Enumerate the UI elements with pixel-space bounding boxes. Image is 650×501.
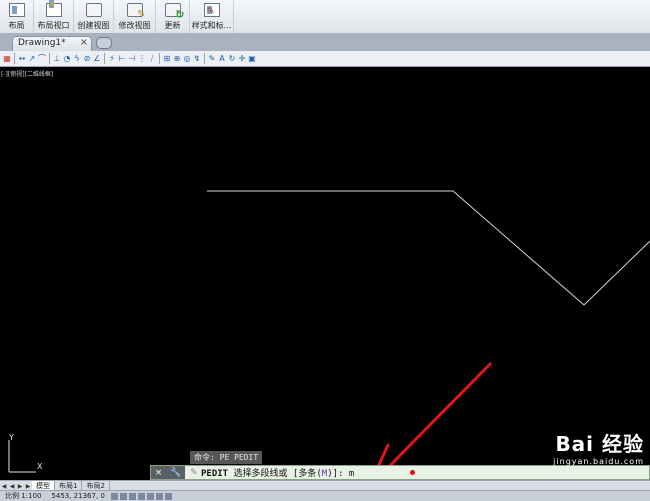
layout-viewport-label: 布局视口 [37, 21, 70, 30]
dimension-toolbar: ▦ ↔ ↗ ⌒ ⊥ ◔ ϟ ⊘ ∠ ⚡ ⊢ ⊣ ⋮ ⧸ ⊞ ⊕ ◎ ↯ ✎ A … [0, 51, 650, 67]
update-dim-icon[interactable]: ↻ [228, 54, 236, 63]
ortho-icon[interactable] [128, 492, 136, 500]
move-icon[interactable]: ✛ [238, 54, 246, 63]
arc-length-icon[interactable]: ⌒ [38, 54, 46, 63]
tab-title: Drawing1* [18, 38, 66, 48]
new-tab-button[interactable] [96, 37, 112, 49]
update-button[interactable]: 更新 [156, 0, 190, 33]
update-label: 更新 [164, 21, 181, 30]
first-tab-icon[interactable]: ◀ [0, 483, 8, 490]
prompt-text: 选择多段线或 [多条( [228, 469, 322, 479]
edit-dim-icon[interactable]: ✎ [208, 54, 216, 63]
radius-icon[interactable]: ◔ [63, 54, 71, 63]
create-view-button[interactable]: 创建视图 [74, 0, 114, 33]
ribbon-panel: 布局 布局视口 创建视图 修改视图 更新 样式和标... [0, 0, 650, 34]
modify-view-icon [126, 3, 146, 20]
layout-button-label: 布局 [8, 21, 25, 30]
toolbar-separator [204, 53, 205, 64]
ucs-x-label: X [37, 462, 43, 471]
style-button[interactable]: 样式和标... [190, 0, 234, 33]
ordinate-icon[interactable]: ⊥ [53, 54, 61, 63]
inspect-icon[interactable]: ◎ [183, 54, 191, 63]
command-prompt: PEDIT 选择多段线或 [多条(M)]: m [201, 466, 354, 479]
wrench-icon[interactable]: 🔧 [170, 468, 181, 478]
modify-view-label: 修改视图 [118, 21, 151, 30]
toolbar-separator [159, 53, 160, 64]
drawing-canvas[interactable]: [-][俯视][二维线框] Y X 命令: PE PEDIT × 🔧 ✎ PED… [0, 67, 650, 480]
continue-icon[interactable]: ⊣ [128, 54, 136, 63]
toolbar-separator [14, 53, 15, 64]
linear-dim-icon[interactable]: ↔ [18, 54, 26, 63]
lineweight-icon[interactable] [164, 492, 172, 500]
prompt-command: PEDIT [201, 469, 229, 479]
create-view-icon [85, 3, 102, 17]
snap-icon[interactable] [110, 492, 118, 500]
layout-viewport-icon [45, 0, 62, 17]
style-icon [203, 3, 220, 17]
break-icon[interactable]: ⧸ [148, 54, 156, 63]
update-icon [164, 3, 185, 21]
ucs-y-label: Y [9, 433, 14, 442]
tab-drawing1[interactable]: Drawing1* × [12, 36, 92, 51]
cursor-dot-icon [410, 470, 416, 475]
angular-icon[interactable]: ∠ [93, 54, 101, 63]
dim-style-icon[interactable]: ▣ [248, 54, 256, 63]
command-line[interactable]: × 🔧 ✎ PEDIT 选择多段线或 [多条(M)]: m [150, 465, 650, 480]
ucs-icon [8, 440, 36, 473]
drawing-svg [8, 190, 650, 473]
jogged-icon[interactable]: ϟ [73, 54, 81, 63]
osnap-icon[interactable] [146, 492, 154, 500]
command-input[interactable]: m [349, 469, 354, 479]
modify-view-button[interactable]: 修改视图 [114, 0, 156, 33]
layout-viewport-button[interactable]: 布局视口 [34, 0, 74, 33]
next-tab-icon[interactable]: ▶ [16, 483, 24, 490]
toolbar-separator [104, 53, 105, 64]
quick-dim-icon[interactable]: ⚡ [108, 54, 116, 63]
command-history: 命令: PE PEDIT [190, 451, 263, 464]
close-icon[interactable]: × [80, 37, 88, 48]
command-grip[interactable]: × 🔧 [151, 466, 185, 479]
diameter-icon[interactable]: ⊘ [83, 54, 91, 63]
prev-tab-icon[interactable]: ◀ [8, 483, 16, 490]
close-icon[interactable]: × [155, 468, 163, 478]
grid-icon[interactable]: ▦ [3, 54, 11, 63]
document-tab-bar: Drawing1* × [0, 33, 650, 51]
otrack-icon[interactable] [155, 492, 163, 500]
baseline-icon[interactable]: ⊢ [118, 54, 126, 63]
polyline-entity [207, 190, 650, 306]
jogged-linear-icon[interactable]: ↯ [193, 54, 201, 63]
create-view-label: 创建视图 [77, 21, 110, 30]
layout-button[interactable]: 布局 [0, 0, 34, 33]
prompt-icon: ✎ [190, 467, 198, 478]
watermark-url: jingyan.baidu.com [553, 457, 644, 466]
toolbar-separator [49, 53, 50, 64]
coordinates-readout: 5453, 21367, 0 [51, 492, 105, 500]
watermark-brand: Bai 经验 [555, 432, 644, 456]
status-bar: 比例 1:100 5453, 21367, 0 [0, 490, 650, 501]
space-icon[interactable]: ⋮ [138, 54, 146, 63]
annotation-arrow [374, 362, 492, 473]
edit-text-icon[interactable]: A [218, 54, 226, 63]
grid-display-icon[interactable] [119, 492, 127, 500]
tolerance-icon[interactable]: ⊞ [163, 54, 171, 63]
layout-icon [8, 3, 25, 17]
style-label: 样式和标... [191, 21, 232, 30]
aligned-dim-icon[interactable]: ↗ [28, 54, 36, 63]
prompt-tail: )]: [327, 469, 349, 479]
watermark: Bai 经验 jingyan.baidu.com [553, 428, 644, 466]
polar-icon[interactable] [137, 492, 145, 500]
last-tab-icon[interactable]: ▶ [24, 483, 32, 490]
center-mark-icon[interactable]: ⊕ [173, 54, 181, 63]
